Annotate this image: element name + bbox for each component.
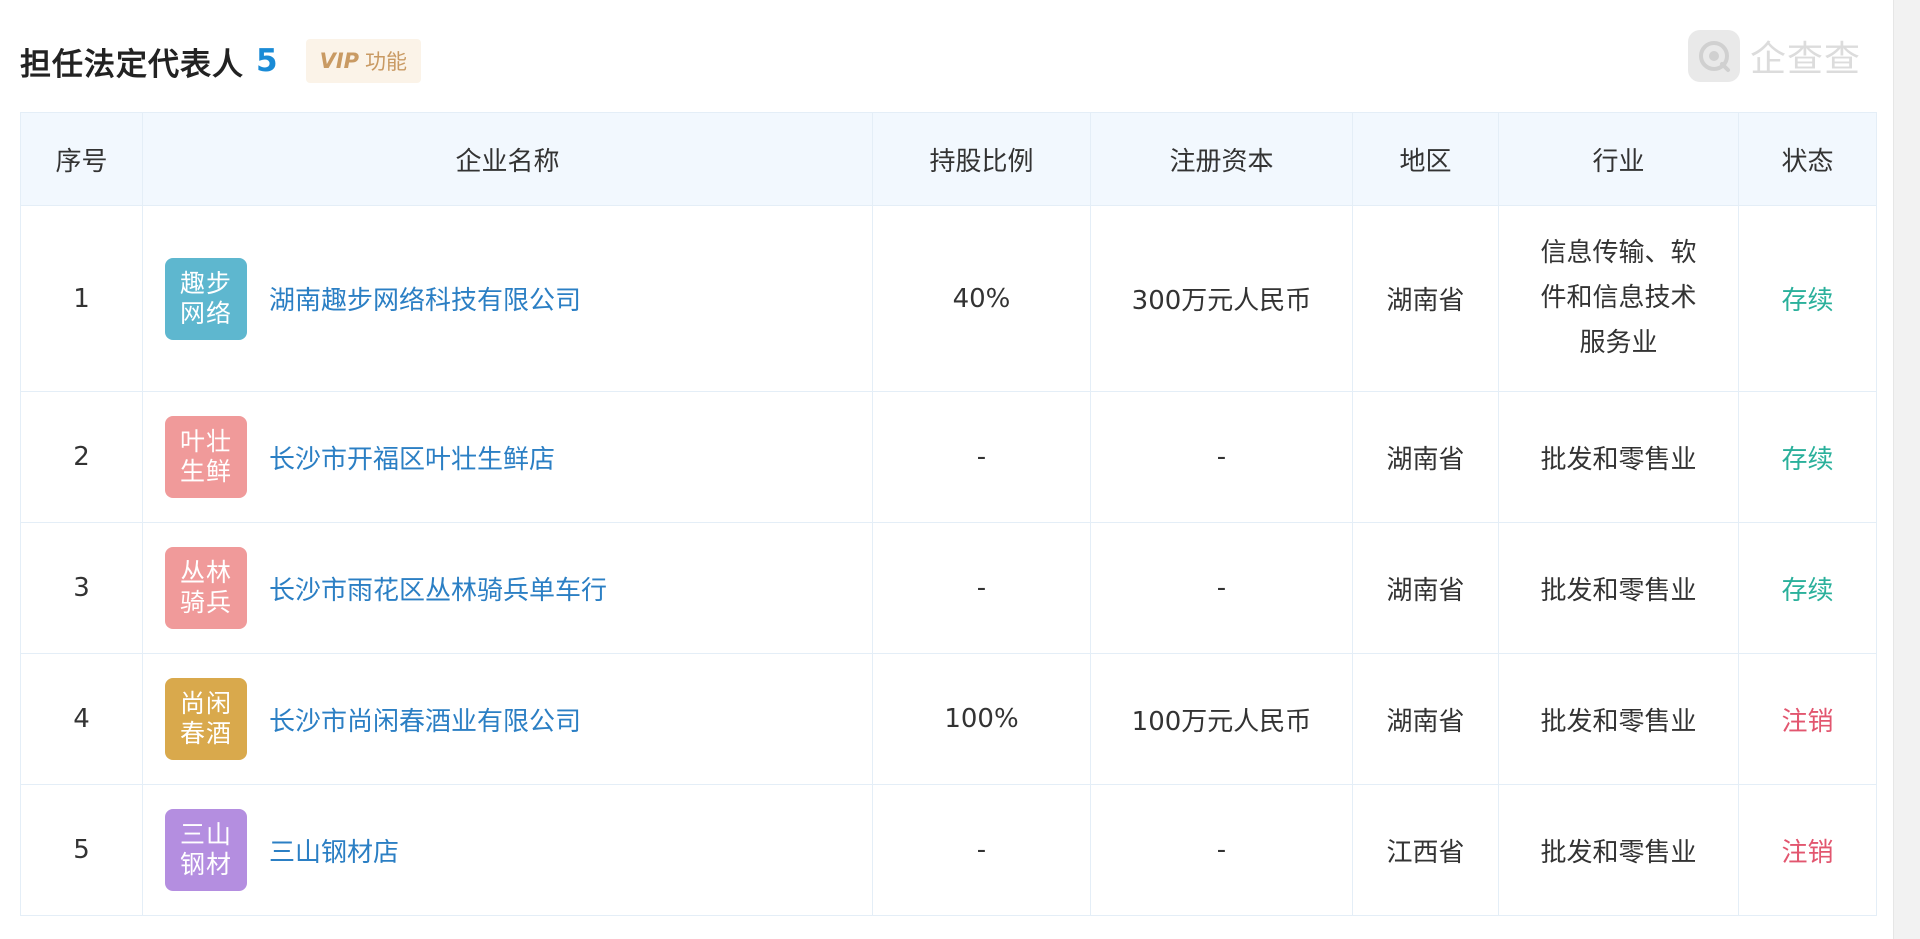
- share-ratio: -: [872, 391, 1091, 523]
- share-ratio: 100%: [872, 653, 1091, 785]
- company-name-link[interactable]: 湖南趣步网络科技有限公司: [269, 280, 581, 317]
- company-name-link[interactable]: 长沙市开福区叶壮生鲜店: [269, 439, 555, 476]
- company-logo[interactable]: 趣步网络: [165, 257, 247, 340]
- table-row: 5 三山钢材 三山钢材店 - - 江西省 批发和零售业 注销: [20, 784, 1877, 916]
- company-cell: 趣步网络 湖南趣步网络科技有限公司: [142, 205, 873, 392]
- industry: 批发和零售业: [1540, 837, 1697, 868]
- company-name-link[interactable]: 长沙市雨花区丛林骑兵单车行: [269, 570, 607, 607]
- company-name-link[interactable]: 长沙市尚闲春酒业有限公司: [269, 701, 581, 738]
- region: 湖南省: [1352, 205, 1499, 392]
- industry: 信息传输、软件和信息技术服务业: [1540, 238, 1697, 358]
- registered-capital: -: [1090, 391, 1353, 523]
- company-cell: 叶壮生鲜 长沙市开福区叶壮生鲜店: [142, 391, 873, 523]
- industry-cell: 批发和零售业: [1498, 784, 1739, 916]
- qichacha-logo-icon: [1688, 30, 1740, 82]
- column-header-company: 企业名称: [142, 112, 873, 206]
- table-row: 3 丛林骑兵 长沙市雨花区丛林骑兵单车行 - - 湖南省 批发和零售业 存续: [20, 522, 1877, 654]
- watermark-text: 企查查: [1750, 39, 1862, 80]
- region: 江西省: [1352, 784, 1499, 916]
- page-scrollbar-track[interactable]: [1893, 0, 1920, 939]
- company-logo-text: 趣步网络: [179, 268, 232, 328]
- registered-capital: 300万元人民币: [1090, 205, 1353, 392]
- column-header-capital: 注册资本: [1090, 112, 1353, 206]
- region: 湖南省: [1352, 653, 1499, 785]
- industry-cell: 批发和零售业: [1498, 522, 1739, 654]
- company-logo[interactable]: 叶壮生鲜: [165, 416, 247, 498]
- industry-cell: 批发和零售业: [1498, 391, 1739, 523]
- registered-capital: -: [1090, 522, 1353, 654]
- row-index: 3: [20, 522, 143, 654]
- vip-badge[interactable]: VIP 功能: [305, 39, 422, 83]
- industry: 批发和零售业: [1540, 444, 1697, 475]
- status-badge: 存续: [1738, 391, 1877, 523]
- company-logo[interactable]: 三山钢材: [165, 809, 247, 891]
- industry-cell: 批发和零售业: [1498, 653, 1739, 785]
- status-badge: 注销: [1738, 784, 1877, 916]
- share-ratio: 40%: [872, 205, 1091, 392]
- column-header-status: 状态: [1738, 112, 1877, 206]
- column-header-industry: 行业: [1498, 112, 1739, 206]
- page: 担任法定代表人 5 VIP 功能 企查查 序号 企业名称 持股比例 注册资本 地…: [0, 0, 1920, 939]
- company-logo-text: 三山钢材: [179, 820, 232, 879]
- row-index: 5: [20, 784, 143, 916]
- section-title: 担任法定代表人: [20, 46, 244, 83]
- column-header-index: 序号: [20, 112, 143, 206]
- section-header: 担任法定代表人 5 VIP 功能: [20, 36, 422, 86]
- table-header-row: 序号 企业名称 持股比例 注册资本 地区 行业 状态: [20, 112, 1877, 206]
- row-index: 2: [20, 391, 143, 523]
- table-row: 2 叶壮生鲜 长沙市开福区叶壮生鲜店 - - 湖南省 批发和零售业 存续: [20, 391, 1877, 523]
- registered-capital: -: [1090, 784, 1353, 916]
- section-count: 5: [256, 43, 278, 79]
- industry: 批发和零售业: [1540, 575, 1697, 606]
- company-logo-text: 叶壮生鲜: [179, 427, 232, 486]
- table-row: 1 趣步网络 湖南趣步网络科技有限公司 40% 300万元人民币 湖南省 信息传…: [20, 205, 1877, 392]
- company-cell: 三山钢材 三山钢材店: [142, 784, 873, 916]
- row-index: 4: [20, 653, 143, 785]
- legal-representative-table: 序号 企业名称 持股比例 注册资本 地区 行业 状态 1 趣步网络 湖南趣步网络…: [20, 112, 1877, 916]
- company-name-link[interactable]: 三山钢材店: [269, 832, 399, 869]
- company-cell: 丛林骑兵 长沙市雨花区丛林骑兵单车行: [142, 522, 873, 654]
- company-logo-text: 丛林骑兵: [179, 558, 232, 617]
- company-cell: 尚闲春酒 长沙市尚闲春酒业有限公司: [142, 653, 873, 785]
- company-logo[interactable]: 尚闲春酒: [165, 678, 247, 760]
- share-ratio: -: [872, 522, 1091, 654]
- table-row: 4 尚闲春酒 长沙市尚闲春酒业有限公司 100% 100万元人民币 湖南省 批发…: [20, 653, 1877, 785]
- status-badge: 存续: [1738, 522, 1877, 654]
- row-index: 1: [20, 205, 143, 392]
- company-logo[interactable]: 丛林骑兵: [165, 547, 247, 629]
- vip-text: 功能: [365, 50, 408, 74]
- column-header-share: 持股比例: [872, 112, 1091, 206]
- vip-label: VIP: [319, 49, 360, 73]
- column-header-region: 地区: [1352, 112, 1499, 206]
- status-badge: 注销: [1738, 653, 1877, 785]
- region: 湖南省: [1352, 522, 1499, 654]
- industry-cell: 信息传输、软件和信息技术服务业: [1498, 205, 1739, 392]
- share-ratio: -: [872, 784, 1091, 916]
- industry: 批发和零售业: [1540, 706, 1697, 737]
- company-logo-text: 尚闲春酒: [179, 689, 232, 748]
- region: 湖南省: [1352, 391, 1499, 523]
- brand-watermark: 企查查: [1688, 30, 1861, 82]
- registered-capital: 100万元人民币: [1090, 653, 1353, 785]
- status-badge: 存续: [1738, 205, 1877, 392]
